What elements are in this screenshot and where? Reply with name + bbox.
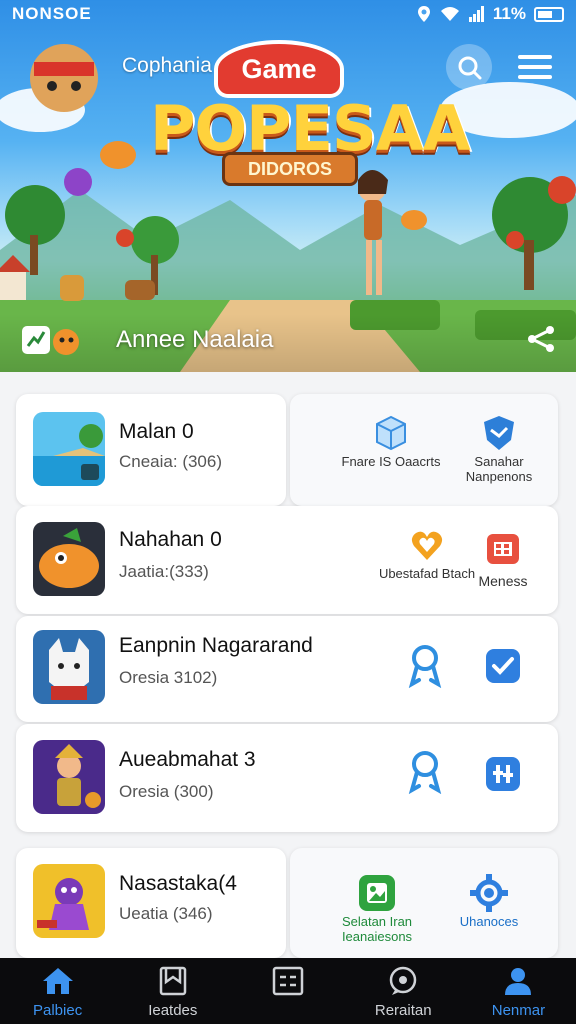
battery-icon bbox=[534, 6, 564, 22]
hero-footer-label: Annee Naalaia bbox=[116, 326, 274, 353]
bookmark-icon bbox=[159, 966, 187, 996]
nav-label: Nenmar bbox=[491, 1002, 546, 1019]
app-name: Cophania bbox=[122, 54, 212, 77]
hero-banner[interactable]: NONSOE 11% Cophania Game POPESAA DIDOROS bbox=[0, 0, 576, 372]
share-icon[interactable] bbox=[526, 326, 556, 352]
game-title: Eanpnin Nagararand bbox=[119, 634, 313, 657]
ribbon-icon bbox=[408, 645, 442, 688]
nav-item-profile[interactable]: Nenmar bbox=[461, 958, 576, 1024]
list-item[interactable]: Malan 0 Cneaia: (306) Fnare IS Oaacrts S… bbox=[16, 394, 558, 506]
bottom-navigation: Palbiec Ieatdes Reraitan Nenmar bbox=[0, 958, 576, 1024]
game-subtitle: Oresia (300) bbox=[119, 782, 214, 801]
game-title: Aueabmahat 3 bbox=[119, 748, 256, 771]
nav-item-chat[interactable]: Reraitan bbox=[346, 958, 461, 1024]
ribbon-icon bbox=[408, 751, 442, 794]
list-item-info[interactable]: Malan 0 Cneaia: (306) bbox=[16, 394, 286, 506]
game-thumbnail bbox=[33, 412, 105, 486]
heart-icon bbox=[411, 531, 443, 560]
box-icon bbox=[376, 415, 406, 451]
gallery-icon bbox=[359, 875, 395, 911]
logo-badge: DIDOROS bbox=[222, 152, 358, 186]
mascot-icon bbox=[22, 326, 79, 355]
game-thumbnail bbox=[33, 630, 105, 704]
wifi-icon bbox=[440, 7, 459, 21]
hero-footer: Annee Naalaia bbox=[0, 314, 576, 372]
location-icon bbox=[417, 6, 430, 22]
list-item-info[interactable]: Nasastaka(4 Ueatia (346) bbox=[16, 848, 286, 958]
home-icon bbox=[42, 968, 73, 994]
game-list: Malan 0 Cneaia: (306) Fnare IS Oaacrts S… bbox=[0, 372, 576, 958]
search-button[interactable] bbox=[446, 44, 492, 90]
action-label: Sanahar Nanpenons bbox=[465, 454, 533, 484]
list-item[interactable]: Nahahan 0 Jaatia:(333) Ubestafad Btach M… bbox=[16, 506, 558, 614]
action-label: Uhanoces bbox=[459, 914, 519, 929]
action-controls[interactable] bbox=[448, 756, 558, 792]
controls-icon bbox=[486, 757, 520, 791]
game-title: Malan 0 bbox=[119, 420, 194, 443]
nav-label: Palbiec bbox=[33, 1002, 83, 1019]
list-item-actions: Selatan Iran Ieanaiesons Uhanoces bbox=[290, 848, 558, 958]
gear-icon bbox=[470, 874, 508, 912]
hamburger-menu-icon bbox=[518, 55, 552, 79]
profile-icon bbox=[505, 968, 532, 995]
status-time: NONSOE bbox=[12, 4, 92, 23]
signal-icon bbox=[468, 6, 484, 22]
status-bar: NONSOE 11% bbox=[0, 0, 576, 30]
nav-label: Ieatdes bbox=[148, 1002, 198, 1019]
action-label: Fnare IS Oaacrts bbox=[341, 454, 441, 469]
game-title: Nasastaka(4 bbox=[119, 872, 237, 895]
list-item[interactable]: Aueabmahat 3 Oresia (300) bbox=[16, 724, 558, 832]
game-subtitle: Ueatia (346) bbox=[119, 904, 213, 923]
action-shield[interactable]: Sanahar Nanpenons bbox=[444, 414, 554, 484]
nav-item-list[interactable] bbox=[230, 958, 345, 1024]
chat-icon bbox=[389, 966, 417, 995]
action-calendar[interactable]: Meness bbox=[448, 530, 558, 589]
action-box[interactable]: Fnare IS Oaacrts bbox=[336, 414, 446, 469]
battery-percent: 11% bbox=[492, 4, 526, 23]
game-subtitle: Jaatia:(333) bbox=[119, 562, 209, 581]
list-item[interactable]: Eanpnin Nagararand Oresia 3102) bbox=[16, 616, 558, 722]
action-settings[interactable]: Uhanoces bbox=[434, 874, 544, 929]
game-thumbnail bbox=[33, 740, 105, 814]
shield-icon bbox=[484, 416, 514, 450]
list-icon bbox=[272, 966, 304, 996]
logo-game-text: Game bbox=[214, 40, 344, 98]
check-icon bbox=[486, 649, 520, 683]
game-title: Nahahan 0 bbox=[119, 528, 222, 551]
menu-button[interactable] bbox=[512, 44, 558, 90]
game-thumbnail bbox=[33, 864, 105, 938]
action-gallery[interactable]: Selatan Iran Ieanaiesons bbox=[322, 874, 432, 944]
action-label: Meness bbox=[478, 573, 528, 589]
nav-item-library[interactable]: Ieatdes bbox=[115, 958, 230, 1024]
list-item[interactable]: Nasastaka(4 Ueatia (346) Selatan Iran Ie… bbox=[16, 848, 558, 958]
game-thumbnail bbox=[33, 522, 105, 596]
nav-item-home[interactable]: Palbiec bbox=[0, 958, 115, 1024]
action-label: Selatan Iran Ieanaiesons bbox=[341, 914, 413, 944]
list-item-actions: Fnare IS Oaacrts Sanahar Nanpenons bbox=[290, 394, 558, 506]
action-check[interactable] bbox=[448, 648, 558, 684]
calendar-icon bbox=[487, 534, 519, 564]
nav-label: Reraitan bbox=[374, 1002, 432, 1019]
search-icon bbox=[458, 56, 482, 80]
game-subtitle: Cneaia: (306) bbox=[119, 452, 223, 471]
game-subtitle: Oresia 3102) bbox=[119, 668, 218, 687]
